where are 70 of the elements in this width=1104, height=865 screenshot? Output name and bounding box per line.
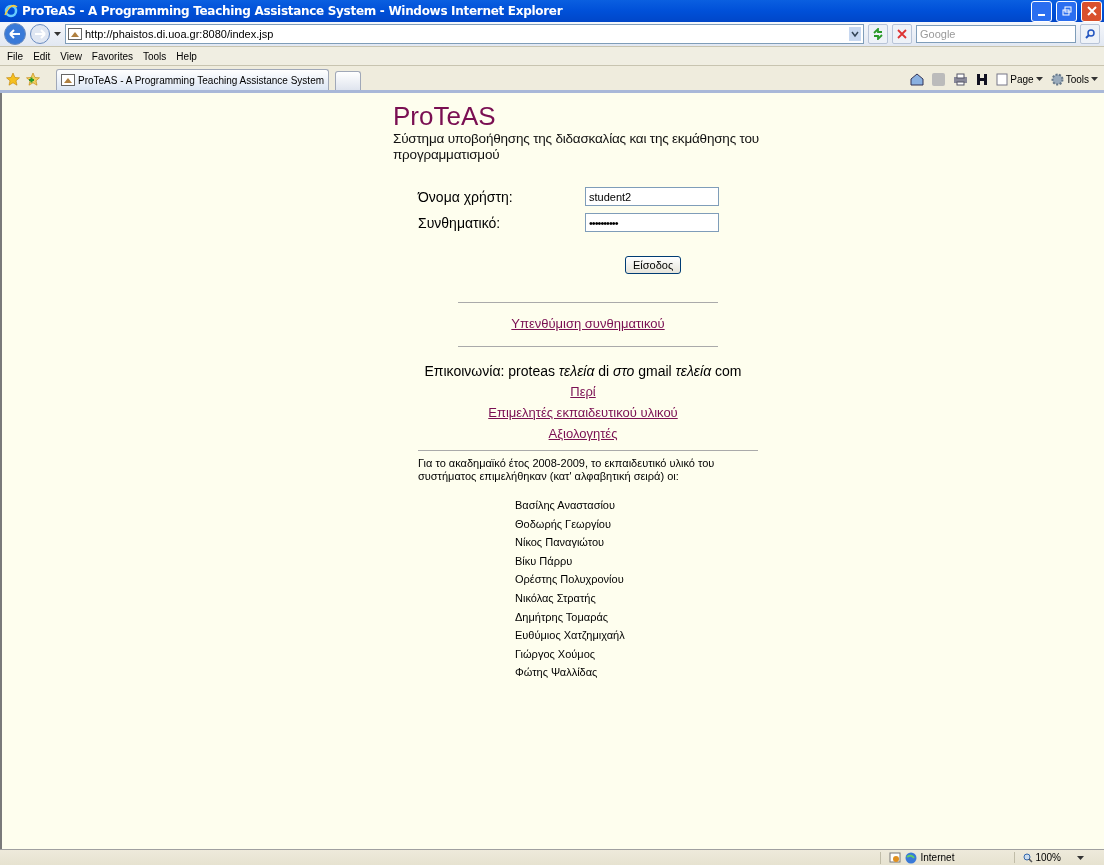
input-field[interactable]: •••••••••• [585, 213, 719, 232]
menu-item[interactable]: Tools [138, 50, 172, 62]
password-reminder-link[interactable]: Υπενθύμιση συνθηματικού [511, 313, 665, 334]
site-title: ProTeAS [393, 101, 497, 131]
credit-name: Ευθύμιος Χατζημιχαήλ [515, 628, 626, 644]
caret-icon [1091, 77, 1098, 81]
caret-icon [1035, 77, 1043, 81]
page-icon [68, 28, 82, 40]
page-icon [61, 74, 75, 86]
credit-name: Βασίλης Αναστασίου [515, 498, 616, 513]
h-icon[interactable] [976, 72, 989, 86]
contact-text: Επικοινωνία: proteas τελεία di στο gmail τελεία com [424, 362, 742, 381]
refresh-button[interactable] [868, 24, 888, 44]
back-button[interactable] [4, 23, 26, 45]
close-button[interactable] [1081, 0, 1102, 22]
login-button[interactable]: Είσοδος [625, 256, 682, 274]
restore-button[interactable] [1056, 0, 1077, 22]
credit-name: Φώτης Ψαλλίδας [515, 665, 599, 681]
globe-icon [904, 851, 917, 864]
page-link[interactable]: Επιμελητές εκπαιδευτικού υλικού [488, 402, 678, 423]
credit-name: Νικόλας Στρατής [515, 590, 597, 606]
address-bar[interactable]: http://phaistos.di.uoa.gr:8080/index.jsp [65, 24, 864, 44]
dropdown-icon[interactable] [849, 27, 861, 41]
magnifier-icon [1023, 852, 1034, 863]
credit-name: Ορέστης Πολυχρονίου [515, 572, 625, 588]
restore-icon [1061, 6, 1072, 16]
page-link[interactable]: Αξιολογητές [548, 423, 618, 444]
credit-name: Θοδωρής Γεωργίου [515, 516, 612, 532]
minimize-button[interactable] [1031, 0, 1052, 22]
page-icon [996, 72, 1009, 86]
zoom-level[interactable]: 100% [1014, 852, 1104, 863]
credit-name: Νίκος Παναγιώτου [515, 535, 606, 551]
field-label: Συνθηματικό: [418, 214, 502, 231]
caret-icon [1077, 855, 1084, 860]
command-button[interactable]: Tools [1050, 72, 1098, 86]
gear-icon [1050, 72, 1064, 86]
menu-item[interactable]: Favorites [86, 50, 138, 62]
lock-icon [888, 852, 901, 863]
close-icon [897, 29, 907, 39]
home-icon[interactable] [910, 72, 925, 86]
star-icon[interactable] [6, 72, 20, 86]
close-icon [1086, 6, 1097, 16]
browser-tab[interactable]: ProTeAS - A Programming Teaching Assistance System [56, 69, 330, 90]
dropdown-icon[interactable] [54, 32, 61, 36]
menu-item[interactable]: Help [171, 50, 202, 62]
credit-name: Βίκυ Πάρρυ [515, 553, 574, 569]
add-favorite-icon[interactable] [26, 72, 40, 86]
input-field[interactable]: student2 [585, 187, 719, 206]
printer-icon[interactable] [953, 72, 969, 86]
credit-name: Δημήτρης Τομαράς [515, 609, 610, 625]
credits-intro: Για το ακαδημαϊκό έτος 2008-2009, το εκπαιδευτικό υλικό του συστήματος επιμελήθηκαν (κατ' αλφαβητική σειρά) οι: [418, 457, 716, 483]
page-link[interactable]: Περί [570, 381, 596, 402]
search-button[interactable] [1080, 24, 1100, 44]
browser-logo-icon [4, 4, 18, 18]
refresh-icon [872, 28, 884, 40]
minimize-icon [1038, 14, 1045, 16]
security-zone: Internet [879, 851, 1015, 864]
search-icon [1085, 29, 1095, 39]
right-arrow-icon [34, 29, 46, 39]
menu-item[interactable]: Edit [28, 50, 56, 62]
window-title: ProTeAS - A Programming Teaching Assistance System - Windows Internet Explorer [22, 4, 564, 18]
command-button[interactable]: Page [996, 72, 1043, 86]
menu-item[interactable]: View [55, 50, 87, 62]
stop-button[interactable] [892, 24, 912, 44]
field-label: Όνομα χρήστη: [418, 188, 514, 205]
search-field[interactable]: Google [916, 25, 1076, 43]
site-subtitle: Σύστημα υποβοήθησης της διδασκαλίας και της εκμάθησης του προγραμματισμού [393, 131, 760, 163]
menu-item[interactable]: File [2, 50, 29, 62]
left-arrow-icon [9, 29, 21, 39]
credit-name: Γιώργος Χούμος [515, 646, 597, 662]
